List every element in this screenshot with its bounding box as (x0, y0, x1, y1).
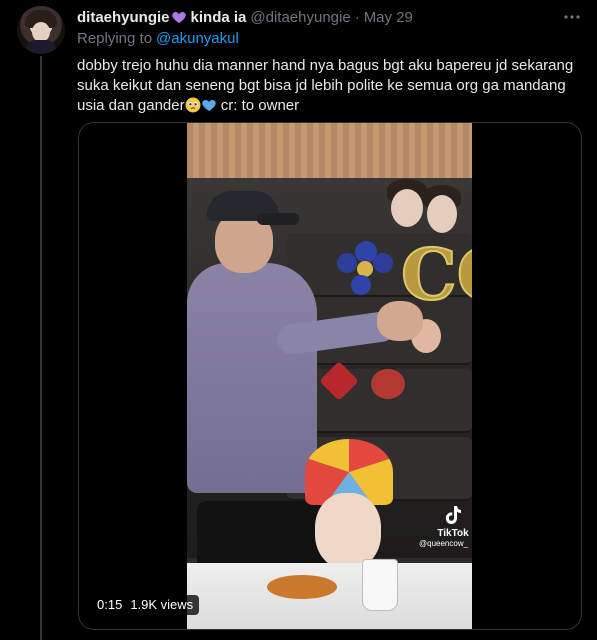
balloon (351, 275, 371, 295)
video-duration: 0:15 (97, 597, 123, 612)
balloon (373, 253, 393, 273)
tweet-text-tail: cr: to owner (216, 97, 300, 114)
video-player[interactable]: CO TikTok (78, 122, 582, 630)
display-name[interactable]: ditaehyungie (77, 9, 170, 26)
video-views: 1.9K views (130, 597, 194, 612)
purple-heart-icon (171, 12, 186, 23)
tweet-date[interactable]: May 29 (364, 9, 413, 26)
tweet[interactable]: ditaehyungie kinda ia @ditaehyungie · Ma… (0, 0, 597, 640)
pleading-face-icon (185, 97, 201, 113)
avatar[interactable] (17, 6, 65, 54)
user-handle[interactable]: @ditaehyungie (250, 9, 350, 26)
balloon (337, 253, 357, 273)
cup (362, 559, 398, 611)
photo-cutout-face (391, 189, 423, 227)
replying-to: Replying to @akunyakul (77, 30, 582, 50)
more-horizontal-icon[interactable] (562, 10, 582, 24)
table (187, 563, 472, 629)
tiktok-icon (445, 506, 461, 524)
replying-to-link[interactable]: @akunyakul (156, 30, 239, 47)
child-cutout-face (315, 493, 381, 569)
avatar-face (32, 22, 50, 42)
tiktok-watermark: TikTok (433, 505, 472, 539)
replying-to-prefix: Replying to (77, 30, 153, 47)
plate (267, 575, 337, 599)
photo-cutout-face (427, 195, 457, 233)
tiktok-label: TikTok (437, 528, 469, 539)
thread-line (40, 56, 42, 640)
tweet-content: ditaehyungie kinda ia @ditaehyungie · Ma… (77, 6, 582, 116)
video-frame[interactable]: CO TikTok (187, 123, 472, 629)
avatar-body (26, 40, 56, 54)
person-cap-brim (257, 213, 299, 225)
person-hand (377, 301, 423, 341)
person-body (187, 263, 317, 493)
blue-heart-icon (201, 100, 216, 111)
tweet-header: ditaehyungie kinda ia @ditaehyungie · Ma… (77, 6, 582, 28)
video-meta-badge: 0:15 1.9K views (91, 595, 200, 615)
display-name-suffix[interactable]: kinda ia (191, 9, 247, 26)
wooden-wall (187, 123, 472, 178)
tiktok-username: @queencow_ (419, 539, 469, 548)
balloon (371, 369, 405, 399)
separator-dot: · (354, 8, 360, 26)
tweet-text: dobby trejo huhu dia manner hand nya bag… (77, 56, 582, 116)
tweet-text-main: dobby trejo huhu dia manner hand nya bag… (77, 57, 574, 114)
